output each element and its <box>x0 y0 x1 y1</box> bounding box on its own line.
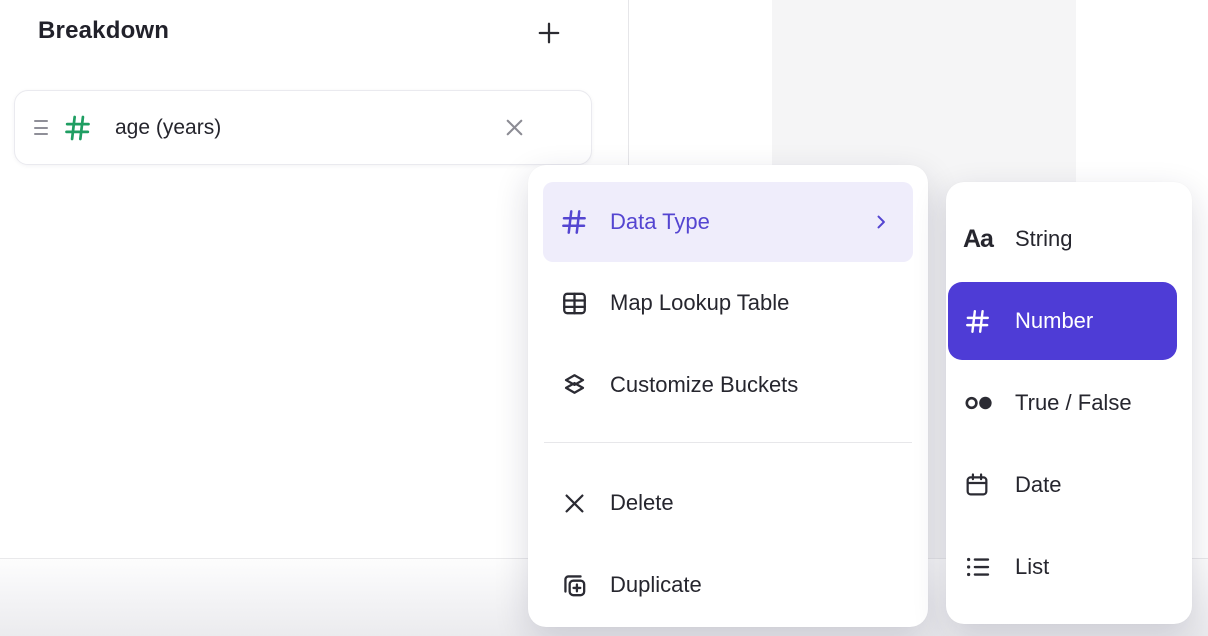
menu-item-map-lookup-table[interactable]: Map Lookup Table <box>543 262 913 344</box>
drag-handle-icon[interactable] <box>34 91 48 164</box>
menu-item-label: Data Type <box>610 209 710 235</box>
add-breakdown-button[interactable] <box>531 15 567 51</box>
remove-field-button[interactable] <box>497 111 531 145</box>
x-icon <box>559 490 589 517</box>
calendar-icon <box>963 471 997 499</box>
menu-item-customize-buckets[interactable]: Customize Buckets <box>543 344 913 426</box>
menu-item-label: Customize Buckets <box>610 372 798 398</box>
submenu-item-date[interactable]: Date <box>946 444 1192 526</box>
submenu-item-list[interactable]: List <box>946 526 1192 608</box>
number-type-hash-icon <box>62 112 93 143</box>
copy-plus-icon <box>559 571 589 600</box>
menu-item-delete[interactable]: Delete <box>543 462 913 544</box>
data-type-submenu: Aa String Number True / False Date <box>946 182 1192 624</box>
menu-item-data-type[interactable]: Data Type <box>543 182 913 262</box>
list-icon <box>963 552 997 582</box>
menu-divider <box>544 442 912 443</box>
stack-icon <box>559 371 589 400</box>
hash-icon <box>559 207 589 237</box>
breakdown-field-card: age (years) <box>14 90 592 165</box>
submenu-item-string[interactable]: Aa String <box>946 198 1192 280</box>
hash-icon <box>963 307 997 336</box>
submenu-item-label: String <box>1015 226 1072 252</box>
aa-icon: Aa <box>963 227 997 252</box>
table-icon <box>559 289 589 318</box>
menu-item-duplicate[interactable]: Duplicate <box>543 544 913 626</box>
plus-icon <box>536 20 562 46</box>
submenu-item-label: True / False <box>1015 390 1132 416</box>
submenu-item-true-false[interactable]: True / False <box>946 362 1192 444</box>
menu-item-label: Map Lookup Table <box>610 290 789 316</box>
field-name-label: age (years) <box>115 116 221 140</box>
chevron-right-icon <box>871 212 891 232</box>
menu-item-label: Duplicate <box>610 572 702 598</box>
menu-item-label: Delete <box>610 490 674 516</box>
field-options-menu: Data Type Map Lookup Table Customize Buc… <box>528 165 928 627</box>
submenu-item-label: Date <box>1015 472 1061 498</box>
close-icon <box>502 115 527 140</box>
breakdown-section-title: Breakdown <box>38 17 169 45</box>
circles-icon <box>963 391 997 415</box>
submenu-item-label: Number <box>1015 308 1093 334</box>
submenu-item-number[interactable]: Number <box>948 282 1177 360</box>
submenu-item-label: List <box>1015 554 1049 580</box>
